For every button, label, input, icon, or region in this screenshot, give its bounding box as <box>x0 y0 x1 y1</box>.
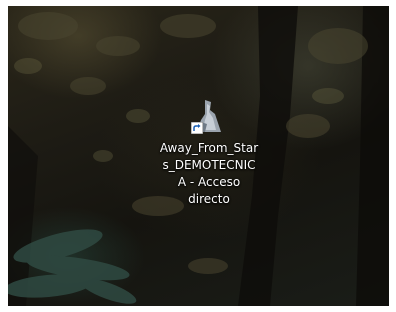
app-shortcut-icon[interactable] <box>191 98 227 134</box>
shortcut-arrow-icon <box>191 122 203 134</box>
shortcut-label-line: Away_From_Star <box>159 141 259 155</box>
screenshot-frame: Away_From_Star s_DEMOTECNIC A - Acceso d… <box>0 0 396 312</box>
desktop-shortcut[interactable]: Away_From_Star s_DEMOTECNIC A - Acceso d… <box>145 98 273 208</box>
shortcut-label-line: directo <box>188 192 230 206</box>
shortcut-label[interactable]: Away_From_Star s_DEMOTECNIC A - Acceso d… <box>145 140 273 208</box>
shortcut-label-line: s_DEMOTECNIC <box>162 158 256 172</box>
shortcut-label-line: A - Acceso <box>177 175 241 189</box>
desktop-background: Away_From_Star s_DEMOTECNIC A - Acceso d… <box>8 6 389 306</box>
